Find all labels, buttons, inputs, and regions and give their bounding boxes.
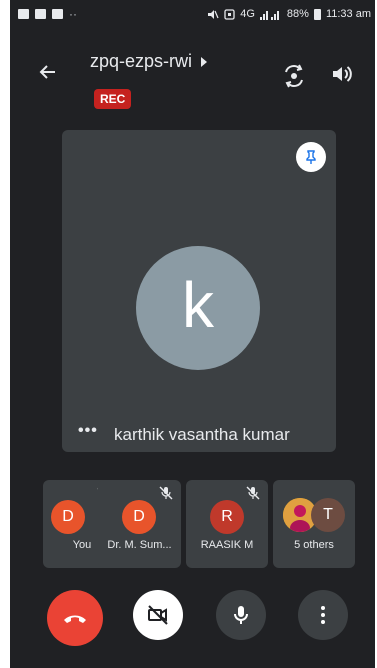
notification-icons: ·· [18, 7, 77, 21]
participant-avatar: k [136, 246, 260, 370]
signal-icon [259, 10, 279, 20]
switch-camera-button[interactable] [280, 62, 308, 90]
avatar: D [122, 500, 156, 534]
participant-tile-dr-m-sum[interactable]: D Dr. M. Sum... [98, 480, 181, 568]
mic-off-icon [159, 486, 173, 500]
avatar: D [51, 500, 85, 534]
mute-icon [208, 9, 219, 19]
message-notification-icon [35, 9, 46, 19]
mic-toggle-button[interactable] [216, 590, 266, 640]
end-call-button[interactable] [47, 590, 103, 646]
end-call-icon [64, 615, 86, 623]
switch-camera-icon [285, 64, 303, 88]
participant-label: Dr. M. Sum... [107, 539, 172, 551]
participant-label: RAASIK M [200, 539, 254, 551]
avatar: T [311, 498, 345, 532]
recording-badge: REC [94, 89, 132, 109]
clock: 11:33 am [325, 8, 371, 20]
mic-icon [234, 606, 248, 624]
meeting-info-button[interactable]: zpq-ezps-rwi [90, 51, 208, 72]
pin-button[interactable] [296, 142, 326, 172]
camera-off-icon [148, 605, 168, 625]
battery-percent: 88% [286, 8, 309, 20]
audio-output-button[interactable] [330, 62, 358, 90]
more-options-icon[interactable]: ••• [78, 422, 98, 440]
avatar: R [210, 500, 244, 534]
camera-toggle-button[interactable] [133, 590, 183, 640]
meet-screen: ·· 4G 88% 11:33 am zpq-ezps-rwi REC k ••… [10, 0, 375, 668]
participant-tile-raasik-m[interactable]: R RAASIK M [186, 480, 268, 568]
participant-label: 5 others [294, 539, 334, 551]
folder-notification-icon [52, 9, 63, 19]
network-type: 4G [240, 8, 255, 20]
more-notifications-icon: ·· [69, 7, 77, 21]
back-button[interactable] [35, 62, 61, 88]
participant-tile-others[interactable]: T 5 others [273, 480, 355, 568]
image-notification-icon [18, 9, 29, 19]
main-participant-tile[interactable]: k ••• karthik vasantha kumar [62, 130, 336, 452]
system-icons: 4G 88% 11:33 am [207, 8, 371, 20]
more-options-button[interactable] [298, 590, 348, 640]
arrow-back-icon [39, 65, 55, 79]
pin-icon [306, 150, 316, 164]
nfc-icon [224, 8, 235, 20]
status-bar: ·· 4G 88% 11:33 am [10, 0, 375, 30]
mic-off-icon [246, 486, 260, 500]
volume-icon [333, 66, 352, 82]
participant-name: karthik vasantha kumar [114, 425, 290, 444]
more-vert-icon [321, 606, 325, 624]
battery-icon [313, 8, 321, 20]
caret-right-icon [201, 56, 208, 67]
meeting-code: zpq-ezps-rwi [90, 51, 193, 71]
